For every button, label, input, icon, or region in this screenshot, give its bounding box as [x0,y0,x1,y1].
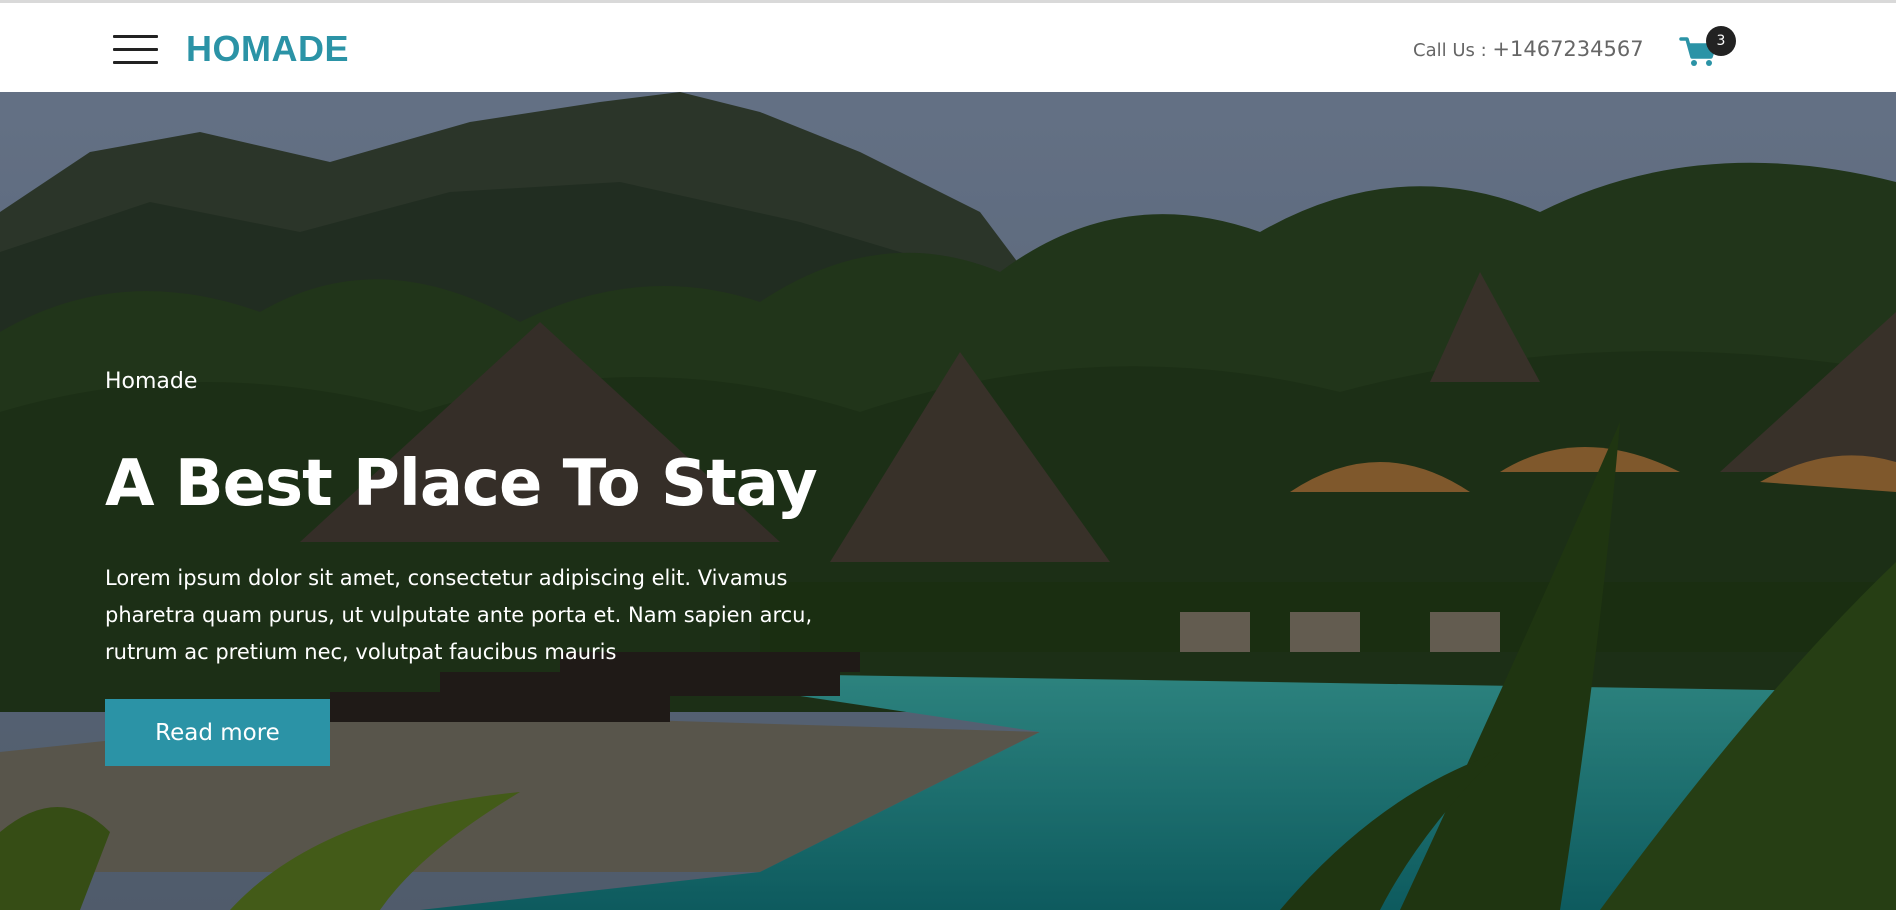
site-header: HOMADE Call Us : +1467234567 3 [0,3,1896,92]
hero-title: A Best Place To Stay [105,447,818,521]
cart-count-badge: 3 [1706,26,1736,56]
hamburger-menu-icon[interactable] [113,35,158,65]
read-more-button[interactable]: Read more [105,699,330,766]
site-logo[interactable]: HOMADE [186,28,349,70]
call-us-label: Call Us : [1413,40,1493,61]
call-us: Call Us : +1467234567 [1413,37,1644,61]
phone-number[interactable]: +1467234567 [1492,37,1643,61]
hero-description: Lorem ipsum dolor sit amet, consectetur … [105,566,813,664]
hero-section: Homade A Best Place To Stay Lorem ipsum … [0,92,1896,910]
hero-eyebrow: Homade [105,369,198,394]
